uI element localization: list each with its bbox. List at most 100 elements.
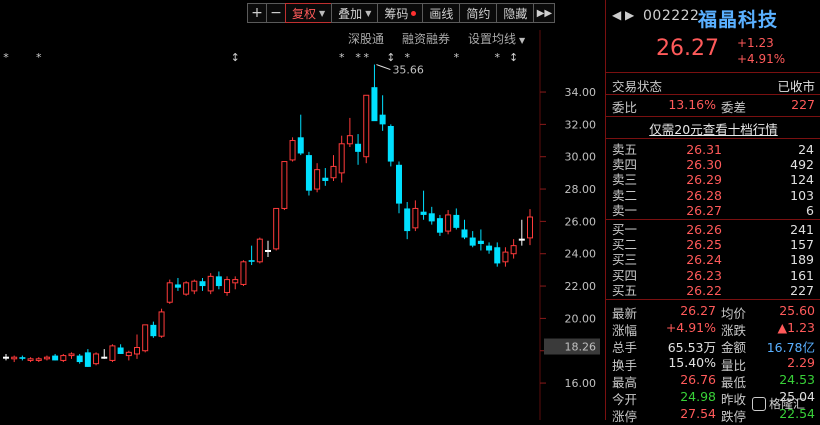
candle-body-down[interactable] [461, 229, 468, 238]
candle-body-up[interactable] [11, 356, 18, 360]
candle-body-down[interactable] [477, 240, 484, 245]
candle-body-up[interactable] [134, 346, 140, 355]
candle-body-down[interactable] [52, 355, 59, 361]
candle-body-up[interactable] [93, 353, 100, 365]
candle-body-down[interactable] [297, 137, 304, 154]
candle-body-up[interactable] [338, 143, 345, 174]
candle-body-down[interactable] [19, 357, 26, 359]
candle-body-up[interactable] [363, 94, 370, 158]
candle-body-up[interactable] [166, 282, 173, 303]
hide-button[interactable]: 隐藏 [496, 3, 535, 23]
event-marker-icon[interactable]: * [454, 51, 460, 64]
candle-body-up[interactable] [289, 140, 296, 161]
candle-body-down[interactable] [486, 245, 493, 251]
event-marker-icon[interactable]: * [339, 51, 345, 64]
candle-body-down[interactable] [150, 324, 157, 337]
candle-body-down[interactable] [84, 352, 91, 367]
candle-body-up[interactable] [510, 245, 517, 255]
event-marker-icon[interactable]: * [364, 51, 370, 64]
candle-body-down[interactable] [248, 260, 255, 262]
candle-body-down[interactable] [174, 284, 181, 288]
switch-stock-arrows-icon[interactable]: ◀ ▶ [612, 8, 634, 22]
kline-chart[interactable]: 16.0018.0020.0022.0024.0026.0028.0030.00… [0, 0, 604, 420]
event-marker-icon[interactable]: * [495, 51, 501, 64]
candle-body-down[interactable] [387, 125, 394, 162]
candle-body-down[interactable] [76, 355, 83, 363]
stock-name[interactable]: 福晶科技 [698, 5, 778, 32]
bid-price[interactable]: 26.26 [666, 222, 722, 237]
candle-body-up[interactable] [265, 249, 271, 252]
more-arrow-icon[interactable]: ▶▶ [533, 3, 556, 23]
candle-body-down[interactable] [215, 276, 222, 287]
candle-body-down[interactable] [199, 281, 206, 287]
event-star-icon[interactable]: * [36, 51, 42, 64]
kline-chart-area[interactable]: 16.0018.0020.0022.0024.0026.0028.0030.00… [0, 0, 604, 420]
candle-body-up[interactable] [142, 324, 149, 352]
candle-body-down[interactable] [436, 218, 443, 233]
candle-body-up[interactable] [27, 358, 34, 361]
candle-body-down[interactable] [420, 211, 427, 215]
candle-body-up[interactable] [502, 251, 509, 263]
candle-body-up[interactable] [101, 356, 108, 359]
ask-price[interactable]: 26.30 [666, 157, 722, 172]
candle-body-up[interactable] [445, 214, 452, 232]
draw-line-button[interactable]: 画线 [422, 3, 461, 23]
ma-setting-button[interactable]: 设置均线 ▼ [468, 30, 525, 47]
candle-body-up[interactable] [60, 355, 67, 361]
candle-body-down[interactable] [494, 247, 501, 264]
candle-body-down[interactable] [428, 213, 435, 222]
candle-body-up[interactable] [3, 356, 9, 359]
candle-body-down[interactable] [117, 347, 124, 354]
candle-body-up[interactable] [109, 345, 116, 361]
candle-body-up[interactable] [232, 279, 239, 284]
candle-body-up[interactable] [273, 207, 280, 250]
candle-body-down[interactable] [396, 164, 402, 204]
candle-body-up[interactable] [158, 311, 165, 337]
bid-price[interactable]: 26.25 [666, 237, 722, 252]
event-star-icon[interactable]: * [3, 51, 9, 64]
candle-body-down[interactable] [469, 237, 476, 246]
bid-price[interactable]: 26.24 [666, 252, 722, 267]
event-marker-icon[interactable]: ↕ [509, 51, 518, 64]
bid-price[interactable]: 26.23 [666, 268, 722, 283]
candle-body-down[interactable] [379, 114, 386, 125]
candle-body-down[interactable] [305, 155, 312, 191]
ask-price[interactable]: 26.29 [666, 172, 722, 187]
candle-body-up[interactable] [256, 238, 263, 263]
candle-body-up[interactable] [191, 280, 198, 292]
candle-body-up[interactable] [125, 351, 132, 357]
candle-body-up[interactable] [68, 353, 75, 357]
candle-body-up[interactable] [527, 216, 533, 239]
candle-body-up[interactable] [412, 207, 419, 229]
margin-trading-link[interactable]: 融资融券 [402, 30, 450, 47]
candle-body-up[interactable] [330, 165, 337, 179]
candle-body-down[interactable] [453, 214, 460, 228]
candle-body-up[interactable] [518, 238, 525, 241]
candle-body-down[interactable] [404, 208, 411, 232]
zoom-out-button[interactable]: − [266, 3, 286, 23]
candle-body-up[interactable] [314, 169, 321, 190]
simple-mode-button[interactable]: 简约 [459, 3, 498, 23]
overlay-button[interactable]: 叠加 ▼ [331, 3, 379, 23]
sz-connect-link[interactable]: 深股通 [348, 30, 384, 47]
candle-body-up[interactable] [183, 282, 190, 295]
candle-body-up[interactable] [224, 279, 231, 294]
candle-body-up[interactable] [207, 275, 214, 292]
event-marker-icon[interactable]: * [404, 51, 410, 64]
candle-body-up[interactable] [35, 358, 42, 361]
ask-price[interactable]: 26.31 [666, 142, 722, 157]
candle-body-up[interactable] [281, 161, 288, 209]
candle-body-up[interactable] [240, 261, 247, 285]
chip-distribution-button[interactable]: 筹码 [377, 3, 424, 23]
event-marker-icon[interactable]: * [355, 51, 361, 64]
candle-body-down[interactable] [371, 87, 378, 122]
event-marker-icon[interactable]: ↕ [386, 51, 395, 64]
event-marker-icon[interactable]: ↕ [231, 51, 240, 64]
ask-price[interactable]: 26.27 [666, 203, 722, 218]
bid-price[interactable]: 26.22 [666, 283, 722, 298]
zoom-in-button[interactable]: + [247, 3, 267, 23]
candle-body-up[interactable] [346, 135, 353, 145]
ten-level-quote-promo-link[interactable]: 仅需20元查看十档行情 [606, 119, 820, 137]
candle-body-down[interactable] [355, 143, 362, 152]
candle-body-down[interactable] [322, 177, 329, 181]
